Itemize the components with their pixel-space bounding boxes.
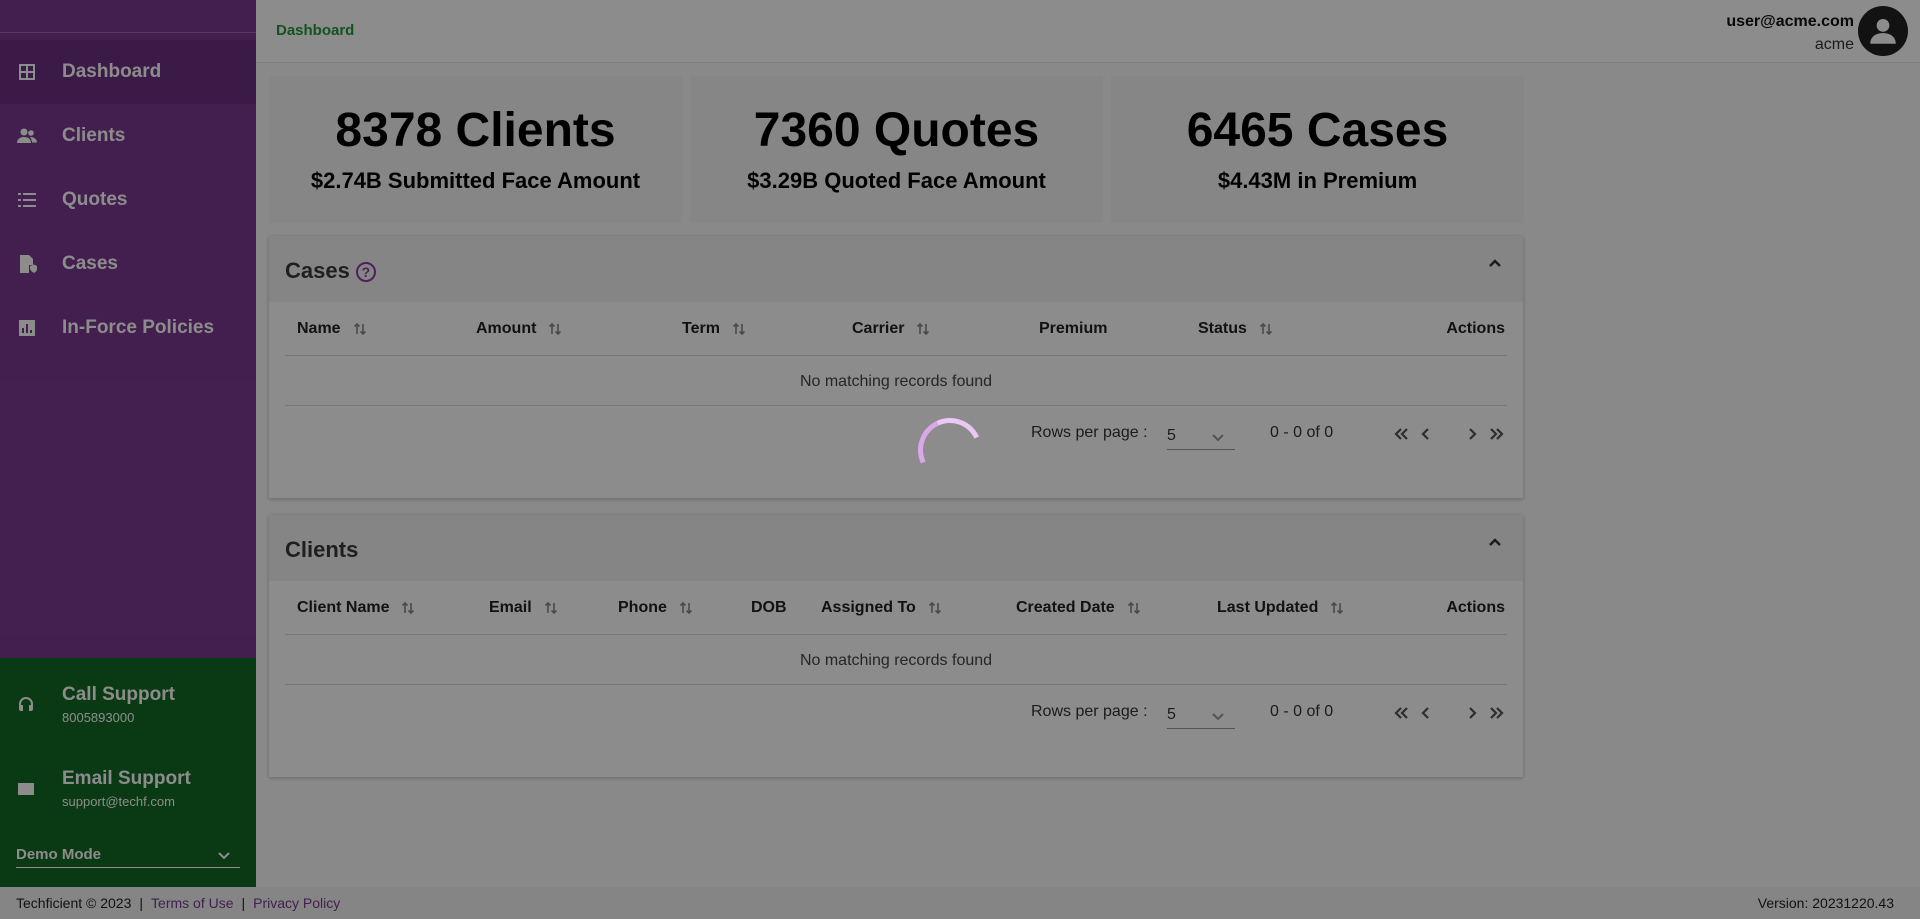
- loading-spinner: [908, 408, 992, 492]
- loading-overlay: [0, 0, 1920, 919]
